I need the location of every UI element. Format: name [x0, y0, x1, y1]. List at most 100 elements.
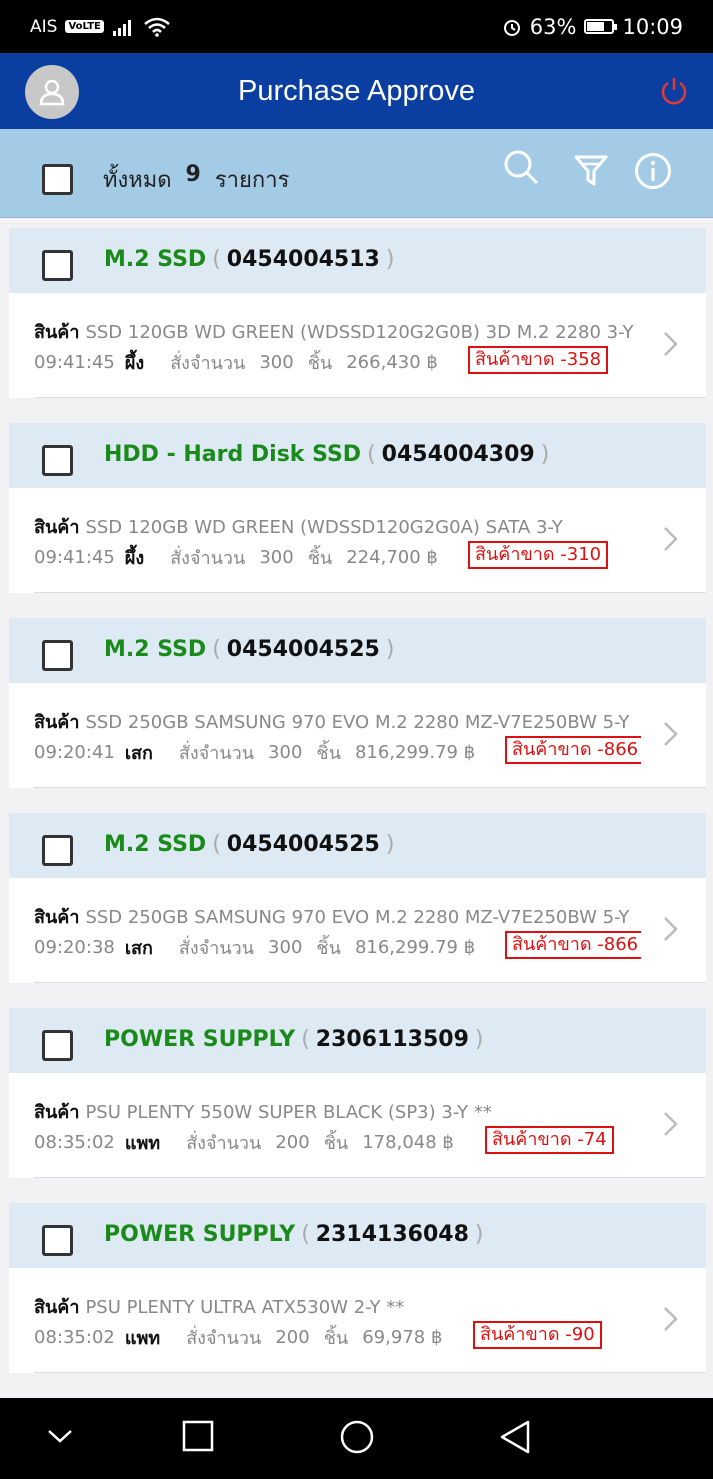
buyer-name: เสก — [124, 743, 153, 764]
order-card[interactable]: M.2 SSD ( 0454004525 ) สินค้า SSD 250GB S… — [9, 618, 706, 788]
qty-value: 300 — [259, 352, 294, 373]
order-amount: 266,430 ฿ — [346, 352, 438, 373]
buyer-name: แพท — [124, 1328, 161, 1349]
product-name: SSD 120GB WD GREEN (WDSSD120G2G0B) 3D M.… — [85, 322, 634, 343]
shortage-badge: สินค้าขาด -90 — [473, 1321, 602, 1349]
paren-open: ( — [212, 637, 221, 662]
battery-icon — [584, 19, 618, 34]
select-all-checkbox[interactable] — [42, 164, 73, 195]
paren-open: ( — [301, 1027, 310, 1052]
order-detail-line: 09:41:45 ผึ้ง สั่งจำนวน 300 ชิ้น 266,430… — [34, 348, 438, 377]
search-icon[interactable] — [502, 149, 540, 187]
info-icon[interactable] — [634, 152, 672, 190]
product-line: สินค้า PSU PLENTY 550W SUPER BLACK (SP3) … — [34, 1097, 644, 1126]
product-group: M.2 SSD — [104, 637, 207, 662]
order-amount: 178,048 ฿ — [362, 1132, 454, 1153]
product-line: สินค้า SSD 120GB WD GREEN (WDSSD120G2G0A)… — [34, 512, 644, 541]
paren-close: ) — [385, 832, 395, 857]
shortage-badge: สินค้าขาด -358 — [468, 346, 609, 374]
order-detail-line: 09:20:38 เสก สั่งจำนวน 300 ชิ้น 816,299.… — [34, 933, 475, 962]
qty-label: สั่งจำนวน — [178, 743, 255, 764]
qty-unit: ชิ้น — [316, 743, 341, 764]
order-card[interactable]: POWER SUPPLY ( 2306113509 ) สินค้า PSU PL… — [9, 1008, 706, 1178]
product-line: สินค้า SSD 250GB SAMSUNG 970 EVO M.2 2280… — [34, 902, 644, 931]
paren-close: ) — [474, 1027, 484, 1052]
order-card-header: HDD - Hard Disk SSD ( 0454004309 ) — [9, 423, 706, 488]
paren-close: ) — [474, 1222, 484, 1247]
user-icon — [39, 79, 65, 106]
buyer-name: ผึ้ง — [124, 353, 145, 374]
product-name: PSU PLENTY 550W SUPER BLACK (SP3) 3-Y ** — [85, 1102, 492, 1123]
filter-icon[interactable] — [573, 153, 609, 189]
item-label: สินค้า — [34, 712, 80, 733]
order-checkbox[interactable] — [42, 640, 73, 671]
order-title: POWER SUPPLY ( 2306113509 ) — [104, 1027, 489, 1052]
qty-unit: ชิ้น — [323, 1328, 349, 1349]
item-label: สินค้า — [34, 907, 80, 928]
order-card-header: POWER SUPPLY ( 2306113509 ) — [9, 1008, 706, 1073]
qty-value: 200 — [275, 1132, 310, 1153]
qty-unit: ชิ้น — [307, 548, 333, 569]
back-triangle-icon[interactable] — [498, 1419, 532, 1455]
system-nav-bar — [0, 1398, 713, 1479]
product-name: PSU PLENTY ULTRA ATX530W 2-Y ** — [85, 1297, 405, 1318]
order-time: 09:20:41 — [34, 742, 115, 763]
item-label: สินค้า — [34, 322, 80, 343]
paren-close: ) — [385, 247, 395, 272]
document-number: 0454004309 — [381, 442, 535, 467]
order-checkbox[interactable] — [42, 1030, 73, 1061]
home-circle-icon[interactable] — [339, 1419, 375, 1455]
status-right: 63% 10:09 — [502, 15, 683, 39]
order-checkbox[interactable] — [42, 445, 73, 476]
power-icon[interactable] — [659, 76, 689, 106]
qty-value: 300 — [268, 742, 303, 763]
order-time: 09:41:45 — [34, 547, 115, 568]
order-card-header: M.2 SSD ( 0454004525 ) — [9, 618, 706, 683]
clock: 10:09 — [622, 14, 683, 39]
order-checkbox[interactable] — [42, 250, 73, 281]
status-left: AIS VoLTE — [30, 17, 170, 37]
recents-square-icon[interactable] — [182, 1420, 214, 1452]
product-line: สินค้า SSD 250GB SAMSUNG 970 EVO M.2 2280… — [34, 707, 644, 736]
product-name: SSD 250GB SAMSUNG 970 EVO M.2 2280 MZ-V7… — [85, 907, 630, 928]
order-card[interactable]: POWER SUPPLY ( 2314136048 ) สินค้า PSU PL… — [9, 1203, 706, 1373]
chevron-right-icon[interactable] — [662, 1306, 678, 1332]
total-label: ทั้งหมด — [103, 168, 172, 193]
order-card[interactable]: M.2 SSD ( 0454004513 ) สินค้า SSD 120GB W… — [9, 228, 706, 398]
chevron-right-icon[interactable] — [662, 331, 678, 357]
item-label: สินค้า — [34, 517, 80, 538]
shortage-badge: สินค้าขาด -310 — [468, 541, 609, 569]
volte-badge: VoLTE — [65, 20, 104, 33]
chevron-right-icon[interactable] — [662, 721, 678, 747]
qty-value: 300 — [259, 547, 294, 568]
chevron-right-icon[interactable] — [662, 1111, 678, 1137]
qty-unit: ชิ้น — [316, 938, 341, 959]
status-bar: AIS VoLTE 63% 10:09 — [0, 0, 713, 53]
chevron-right-icon[interactable] — [662, 916, 678, 942]
avatar[interactable] — [25, 65, 79, 119]
order-card-body: สินค้า PSU PLENTY 550W SUPER BLACK (SP3) … — [34, 1073, 706, 1178]
product-group: HDD - Hard Disk SSD — [104, 442, 362, 467]
paren-open: ( — [212, 832, 221, 857]
paren-open: ( — [301, 1222, 310, 1247]
order-card[interactable]: M.2 SSD ( 0454004525 ) สินค้า SSD 250GB S… — [9, 813, 706, 983]
chevron-right-icon[interactable] — [662, 526, 678, 552]
order-checkbox[interactable] — [42, 1225, 73, 1256]
product-line: สินค้า SSD 120GB WD GREEN (WDSSD120G2G0B)… — [34, 317, 644, 346]
paren-close: ) — [385, 637, 395, 662]
order-detail-line: 09:41:45 ผึ้ง สั่งจำนวน 300 ชิ้น 224,700… — [34, 543, 438, 572]
alarm-icon — [503, 19, 520, 36]
order-detail-line: 08:35:02 แพท สั่งจำนวน 200 ชิ้น 69,978 ฿ — [34, 1323, 442, 1352]
paren-open: ( — [367, 442, 376, 467]
product-group: M.2 SSD — [104, 247, 207, 272]
toolbar: ทั้งหมด 9 รายการ — [0, 129, 713, 218]
order-time: 08:35:02 — [34, 1327, 115, 1348]
order-time: 09:41:45 — [34, 352, 115, 373]
order-checkbox[interactable] — [42, 835, 73, 866]
chevron-down-icon[interactable] — [46, 1426, 74, 1446]
order-title: M.2 SSD ( 0454004513 ) — [104, 247, 400, 272]
order-card[interactable]: HDD - Hard Disk SSD ( 0454004309 ) สินค้… — [9, 423, 706, 593]
order-title: HDD - Hard Disk SSD ( 0454004309 ) — [104, 442, 555, 467]
document-number: 0454004525 — [226, 637, 380, 662]
document-number: 2306113509 — [315, 1027, 469, 1052]
